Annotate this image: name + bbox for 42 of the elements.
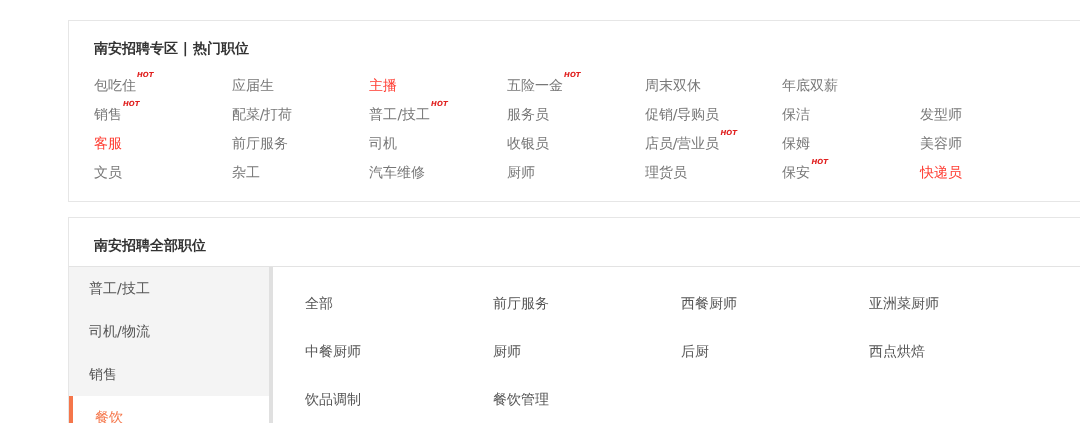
job-link[interactable]: 理货员 [644,158,687,187]
job-link[interactable]: 美容师 [920,129,963,158]
job-link[interactable]: 周末双休 [644,71,701,100]
job-link[interactable]: 普工/技工 [369,100,431,129]
job-link[interactable]: 保洁 [782,100,811,129]
job-link[interactable]: 厨师 [507,158,536,187]
job-link[interactable]: 汽车维修 [369,158,426,187]
category-item[interactable]: 司机/物流 [69,310,269,353]
section-title: 南安招聘专区 | 热门职位 [94,39,250,59]
position-link[interactable]: 前厅服务 [493,279,549,327]
job-link[interactable]: 包吃住 [94,71,136,100]
position-link[interactable]: 亚洲菜厨师 [869,279,939,327]
position-link[interactable]: 餐饮管理 [493,375,549,423]
job-link[interactable]: 保安 [782,158,811,187]
job-link[interactable]: 配菜/打荷 [231,100,293,129]
job-link[interactable]: 快递员 [920,158,963,187]
job-link[interactable]: 收银员 [507,129,550,158]
job-link[interactable]: 五险一金 [507,71,564,100]
job-link[interactable]: 服务员 [507,100,550,129]
job-link[interactable]: 杂工 [231,158,260,187]
job-link[interactable]: 主播 [369,71,398,100]
job-link[interactable]: 应届生 [231,71,274,100]
position-link[interactable]: 全部 [305,279,333,327]
section-title: 南安招聘全部职位 [94,236,207,255]
position-link[interactable]: 中餐厨师 [305,327,361,375]
job-link[interactable]: 发型师 [920,100,963,129]
job-link[interactable]: 店员/营业员 [644,129,720,158]
job-link[interactable]: 司机 [369,129,398,158]
position-link[interactable]: 厨师 [493,327,521,375]
job-link[interactable]: 前厅服务 [231,129,288,158]
job-link[interactable]: 保姆 [782,129,811,158]
job-link[interactable]: 客服 [94,129,122,158]
position-link[interactable]: 西点烘焙 [869,327,925,375]
job-link[interactable]: 销售 [94,100,122,129]
position-link[interactable]: 西餐厨师 [681,279,737,327]
job-link[interactable]: 文员 [94,158,122,187]
position-link[interactable]: 后厨 [681,327,709,375]
job-link[interactable]: 促销/导购员 [644,100,720,129]
category-item[interactable]: 普工/技工 [69,267,269,310]
job-link[interactable]: 年底双薪 [782,71,839,100]
position-link[interactable]: 饮品调制 [305,375,361,423]
category-item[interactable]: 销售 [69,353,269,396]
